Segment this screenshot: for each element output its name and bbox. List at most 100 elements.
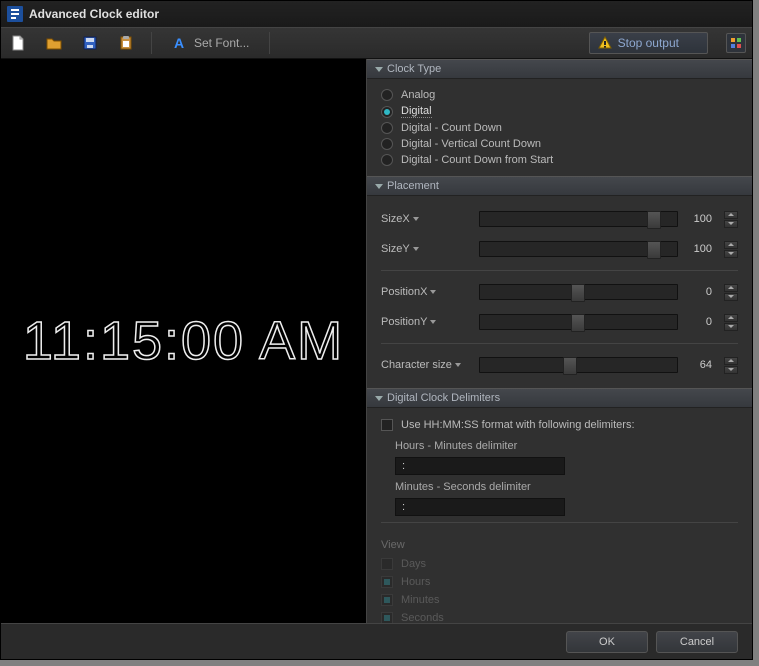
placement-label: PositionY: [381, 316, 471, 328]
checkbox-label: Days: [401, 558, 426, 570]
dropdown-icon: [430, 290, 436, 294]
checkbox-icon: [381, 576, 393, 588]
spin-up[interactable]: [724, 241, 738, 249]
clock-type-radio-4[interactable]: Digital - Count Down from Start: [381, 152, 738, 168]
placement-spinner: [724, 241, 738, 258]
radio-icon: [381, 122, 393, 134]
placement-value: 0: [686, 283, 716, 301]
placement-label: Character size: [381, 359, 471, 371]
ms-delimiter-input[interactable]: [395, 498, 565, 516]
collapse-icon: [375, 396, 383, 401]
hm-delimiter-label: Hours - Minutes delimiter: [381, 434, 738, 456]
placement-slider[interactable]: [479, 241, 678, 257]
svg-text:A: A: [174, 35, 184, 51]
placement-slider[interactable]: [479, 314, 678, 330]
radio-label: Digital: [401, 105, 432, 118]
placement-slider[interactable]: [479, 357, 678, 373]
spin-up[interactable]: [724, 314, 738, 322]
checkbox-icon: [381, 612, 393, 623]
save-file-button[interactable]: [79, 32, 101, 54]
open-file-button[interactable]: [43, 32, 65, 54]
view-block: View DaysHoursMinutesSeconds: [381, 529, 738, 623]
placement-row-1: SizeY 100: [381, 234, 738, 264]
clock-preview-text: 11:15:00 AM: [23, 310, 344, 372]
checkbox-label: Hours: [401, 576, 430, 588]
placement-spinner: [724, 211, 738, 228]
app-icon: [7, 6, 23, 22]
stop-output-button[interactable]: Stop output: [589, 32, 708, 54]
titlebar: Advanced Clock editor: [1, 1, 752, 27]
placement-label: SizeX: [381, 213, 471, 225]
clock-type-radio-1[interactable]: Digital: [381, 103, 738, 120]
placement-spinner: [724, 314, 738, 331]
spin-down[interactable]: [724, 366, 738, 374]
checkbox-label: Minutes: [401, 594, 440, 606]
placement-value: 0: [686, 313, 716, 331]
clock-type-body: Analog Digital Digital - Count Down Digital…: [367, 79, 752, 176]
radio-icon: [381, 138, 393, 150]
clock-type-radio-2[interactable]: Digital - Count Down: [381, 120, 738, 136]
spin-down[interactable]: [724, 220, 738, 228]
hm-delimiter-input[interactable]: [395, 457, 565, 475]
footer: OK Cancel: [1, 623, 752, 659]
spin-down[interactable]: [724, 293, 738, 301]
placement-value: 100: [686, 210, 716, 228]
toolbar-extra-button[interactable]: [726, 33, 746, 53]
placement-label: PositionX: [381, 286, 471, 298]
placement-row-3: PositionY 0: [381, 307, 738, 337]
spin-up[interactable]: [724, 211, 738, 219]
view-checkbox-minutes[interactable]: Minutes: [381, 591, 738, 609]
preview-panel: 11:15:00 AM: [1, 59, 367, 623]
spin-down[interactable]: [724, 323, 738, 331]
dropdown-icon: [455, 363, 461, 367]
placement-label: SizeY: [381, 243, 471, 255]
placement-row-0: SizeX 100: [381, 204, 738, 234]
toolbar: A Set Font... Stop output: [1, 27, 752, 59]
new-file-button[interactable]: [7, 32, 29, 54]
set-font-button[interactable]: A Set Font...: [166, 33, 255, 53]
set-font-label: Set Font...: [194, 36, 249, 50]
collapse-icon: [375, 184, 383, 189]
placement-spinner: [724, 357, 738, 374]
stop-output-label: Stop output: [618, 36, 679, 50]
paste-button[interactable]: [115, 32, 137, 54]
view-checkbox-hours[interactable]: Hours: [381, 573, 738, 591]
radio-icon: [381, 89, 393, 101]
section-header-placement[interactable]: Placement: [367, 176, 752, 196]
font-icon: A: [172, 35, 188, 51]
radio-icon: [381, 154, 393, 166]
ms-delimiter-label: Minutes - Seconds delimiter: [381, 475, 738, 497]
warning-icon: [598, 36, 612, 50]
content-area: 11:15:00 AM Clock Type Analog Digital Digi…: [1, 59, 752, 623]
placement-value: 100: [686, 240, 716, 258]
dropdown-icon: [413, 217, 419, 221]
spin-up[interactable]: [724, 357, 738, 365]
spin-up[interactable]: [724, 284, 738, 292]
section-header-delimiters[interactable]: Digital Clock Delimiters: [367, 388, 752, 408]
radio-label: Digital - Count Down from Start: [401, 154, 553, 166]
use-hhmmss-checkbox[interactable]: Use HH:MM:SS format with following delim…: [381, 416, 738, 434]
radio-label: Digital - Vertical Count Down: [401, 138, 541, 150]
placement-slider[interactable]: [479, 284, 678, 300]
checkbox-icon: [381, 594, 393, 606]
spin-down[interactable]: [724, 250, 738, 258]
cancel-button[interactable]: Cancel: [656, 631, 738, 653]
clock-type-radio-0[interactable]: Analog: [381, 87, 738, 103]
ok-button[interactable]: OK: [566, 631, 648, 653]
section-header-clock-type[interactable]: Clock Type: [367, 59, 752, 79]
radio-icon: [381, 106, 393, 118]
clock-type-radio-3[interactable]: Digital - Vertical Count Down: [381, 136, 738, 152]
window-title: Advanced Clock editor: [29, 7, 159, 21]
editor-window: Advanced Clock editor A Set Font... Stop…: [0, 0, 753, 660]
placement-slider[interactable]: [479, 211, 678, 227]
delimiters-body: Use HH:MM:SS format with following delim…: [367, 408, 752, 623]
placement-value: 64: [686, 356, 716, 374]
checkbox-icon: [381, 558, 393, 570]
radio-label: Analog: [401, 89, 435, 101]
radio-label: Digital - Count Down: [401, 122, 502, 134]
view-checkbox-seconds[interactable]: Seconds: [381, 609, 738, 623]
view-checkbox-days[interactable]: Days: [381, 555, 738, 573]
dropdown-icon: [430, 320, 436, 324]
checkbox-icon: [381, 419, 393, 431]
settings-panel: Clock Type Analog Digital Digital - Count …: [367, 59, 752, 623]
